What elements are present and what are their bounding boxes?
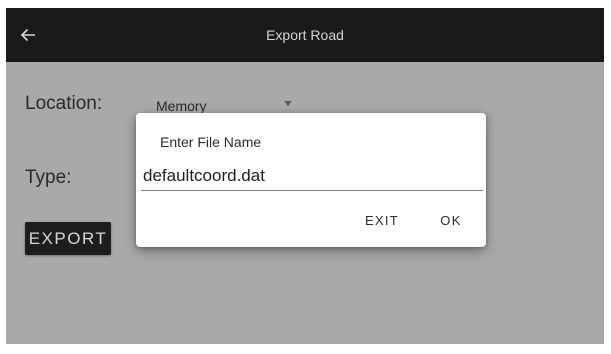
file-name-input[interactable] [141, 161, 483, 191]
app-bar: Export Road [6, 8, 604, 62]
location-value: Memory [156, 98, 207, 114]
arrow-left-icon [20, 28, 35, 42]
exit-button[interactable]: EXIT [362, 209, 402, 233]
export-button[interactable]: EXPORT [25, 222, 111, 255]
file-name-dialog: Enter File Name EXIT OK [136, 113, 486, 247]
export-road-screen: Export Road Location: Memory Type: EXPOR… [6, 8, 604, 344]
location-label: Location: [25, 93, 103, 114]
back-button[interactable] [12, 19, 44, 51]
dialog-title: Enter File Name [160, 134, 262, 150]
dropdown-caret-icon [284, 101, 292, 106]
type-label: Type: [25, 167, 72, 188]
app-title: Export Road [266, 27, 344, 43]
ok-button[interactable]: OK [434, 209, 468, 233]
